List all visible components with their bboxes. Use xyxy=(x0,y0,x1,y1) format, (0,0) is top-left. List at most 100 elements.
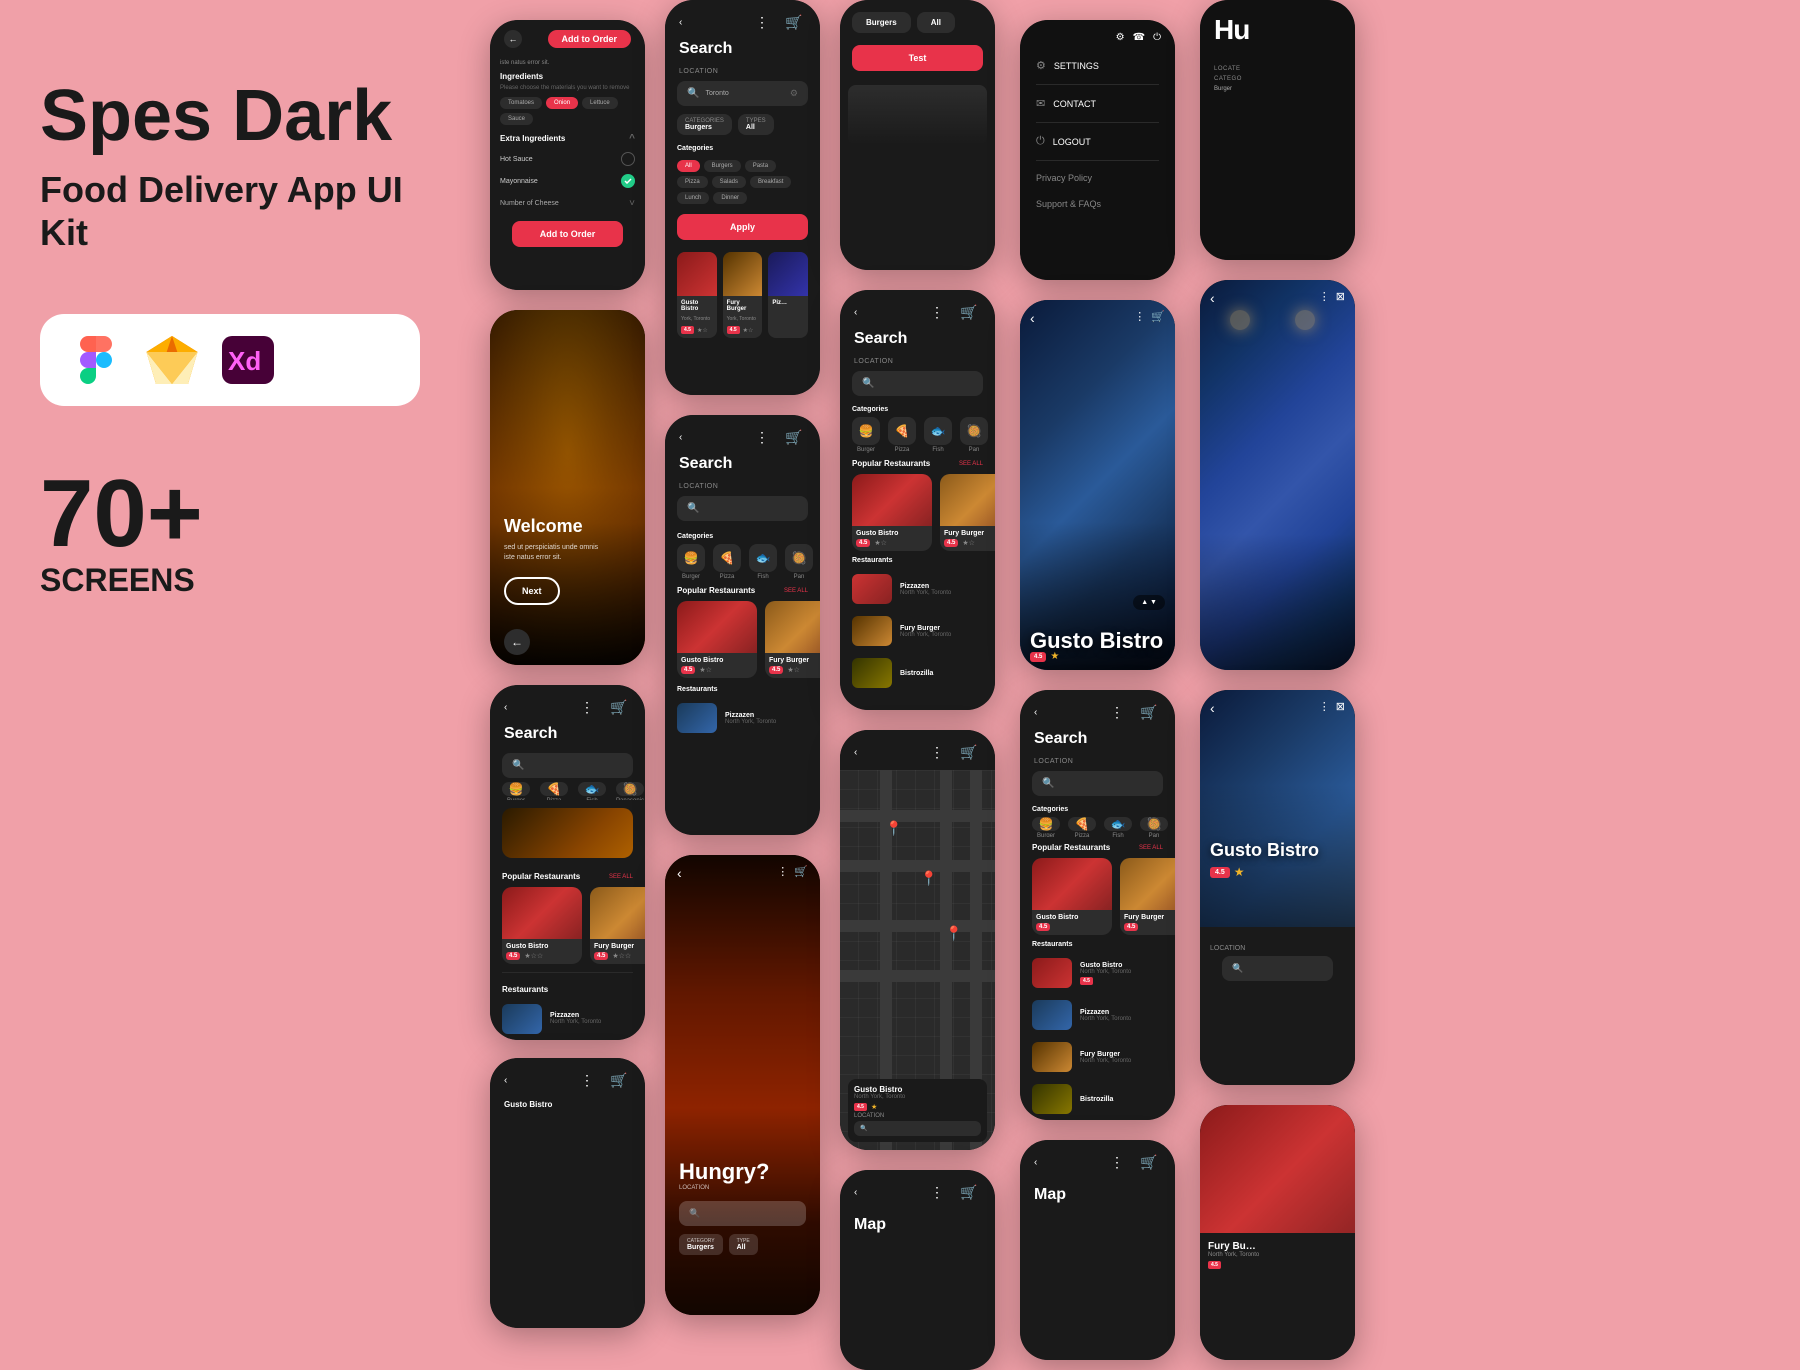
cat-pan[interactable]: 🥘 Panasonic xyxy=(616,782,644,800)
rest-gusto[interactable]: Gusto Bistro 4.5 xyxy=(1032,858,1112,935)
rest-fury[interactable]: Fury Burger 4.5★☆ xyxy=(940,474,995,551)
rest-gusto-list[interactable]: Gusto BistroNorth York, Toronto4.5 xyxy=(1020,952,1175,994)
cat-pizza[interactable]: 🍕Pizza xyxy=(888,417,916,453)
menu-settings[interactable]: ⚙ SETTINGS xyxy=(1020,51,1175,80)
cat-pizza[interactable]: 🍕 Pizza xyxy=(540,782,568,800)
logout-icon[interactable]: ⏻ xyxy=(1153,32,1161,43)
more-icon[interactable]: ⋮ xyxy=(1105,700,1129,724)
location-bar[interactable]: 🔍 xyxy=(1222,956,1333,981)
gear-icon[interactable]: ⚙ xyxy=(1116,32,1125,43)
rest-fury-list[interactable]: Fury BurgerNorth York, Toronto xyxy=(840,610,995,652)
tag-onion[interactable]: Onion xyxy=(546,97,578,109)
rest-fury-list[interactable]: Fury BurgerNorth York, Toronto xyxy=(1020,1036,1175,1078)
back-btn[interactable]: ‹ xyxy=(1210,290,1215,306)
map-pin[interactable]: 📍 xyxy=(945,925,962,942)
category-filter[interactable]: CATEGORY Burgers xyxy=(679,1234,723,1255)
rest-card-fury[interactable]: Fury Burger 4.5 ★☆ xyxy=(765,601,820,678)
back-btn[interactable]: ‹ xyxy=(679,17,682,28)
chip-burgers[interactable]: Burgers xyxy=(704,160,741,172)
apply-btn[interactable]: Apply xyxy=(677,214,808,240)
see-all-btn[interactable]: SEE ALL xyxy=(1139,845,1163,851)
expand-icon[interactable]: ⊠ xyxy=(1336,290,1345,306)
back-btn[interactable]: ‹ xyxy=(677,865,682,881)
add-to-order-btn[interactable]: Add to Order xyxy=(512,221,623,247)
rest-pizzazen-list[interactable]: PizzazenNorth York, Toronto xyxy=(1020,994,1175,1036)
cart-icon[interactable]: 🛒 xyxy=(1151,310,1165,326)
back-btn[interactable]: ‹ xyxy=(854,1187,857,1198)
collapse-icon[interactable]: ^ xyxy=(629,133,635,144)
back-btn[interactable]: ‹ xyxy=(1210,700,1215,716)
fury-burger-card[interactable]: Fury Burger Burger xyxy=(502,808,633,858)
rest-bistrozilla-list[interactable]: Bistrozilla xyxy=(1020,1078,1175,1120)
rest-card-piz3[interactable]: Piz… xyxy=(768,252,808,338)
more-icon[interactable]: ⋮ xyxy=(1134,310,1145,326)
menu-support[interactable]: Support & FAQs xyxy=(1020,191,1175,217)
back-btn[interactable]: ‹ xyxy=(1034,1157,1037,1168)
cat-pan[interactable]: 🥘 Pan xyxy=(785,544,813,580)
search-bar[interactable]: 🔍 xyxy=(502,753,633,778)
cart-icon[interactable]: 🛒 xyxy=(794,865,808,881)
tag-sauce[interactable]: Sauce xyxy=(500,113,533,125)
back-btn[interactable]: ← xyxy=(504,629,530,655)
rest-fury[interactable]: Fury Burger 4.5 xyxy=(1120,858,1175,935)
back-btn[interactable]: ‹ xyxy=(1034,707,1037,718)
cat-fish[interactable]: 🐟 Fish xyxy=(749,544,777,580)
rest-card-gusto[interactable]: Gusto Bistro 4.5 ★☆ xyxy=(677,601,757,678)
cat-burger[interactable]: 🍔Burger xyxy=(852,417,880,453)
more-icon[interactable]: ⋮ xyxy=(1105,1150,1129,1174)
chip-pasta[interactable]: Pasta xyxy=(745,160,776,172)
rest-list-pizzazen[interactable]: Pizzazen North York, Toronto xyxy=(490,998,645,1040)
chip-all[interactable]: All xyxy=(677,160,700,172)
tag-lettuce[interactable]: Lettuce xyxy=(582,97,618,109)
rest-list-pizzazen[interactable]: Pizzazen North York, Toronto xyxy=(665,697,820,739)
chip-dinner[interactable]: Dinner xyxy=(713,192,747,204)
rest-bistrozilla[interactable]: Bistrozilla xyxy=(840,652,995,694)
chip-breakfast[interactable]: Breakfast xyxy=(750,176,791,188)
rest-gusto[interactable]: Gusto Bistro 4.5★☆ xyxy=(852,474,932,551)
search-bar[interactable]: 🔍 xyxy=(677,496,808,521)
more-icon[interactable]: ⋮ xyxy=(1319,700,1330,716)
test-btn[interactable]: Test xyxy=(852,45,983,71)
cart-icon[interactable]: 🛒 xyxy=(782,425,806,449)
location-search[interactable]: 🔍 xyxy=(679,1201,806,1226)
see-all-btn[interactable]: SEE ALL xyxy=(609,874,633,880)
cat-pizza[interactable]: 🍕 Pizza xyxy=(713,544,741,580)
cat-fish[interactable]: 🐟Fish xyxy=(1104,817,1132,837)
cat-burger[interactable]: 🍔 Burger xyxy=(677,544,705,580)
more-icon[interactable]: ⋮ xyxy=(925,740,949,764)
cart-icon[interactable]: 🛒 xyxy=(607,1068,631,1092)
cat-fish[interactable]: 🐟Fish xyxy=(924,417,952,453)
radio-hotsauce[interactable] xyxy=(621,152,635,166)
rest-pizzazen[interactable]: PizzazenNorth York, Toronto xyxy=(840,568,995,610)
location-input[interactable]: 🔍 xyxy=(854,1121,981,1136)
cat-fish[interactable]: 🐟 Fish xyxy=(578,782,606,800)
rest-card-gusto[interactable]: Gusto Bistro 4.5 ★☆☆ xyxy=(502,887,582,964)
back-btn[interactable]: ‹ xyxy=(854,307,857,318)
cart-icon[interactable]: 🛒 xyxy=(782,10,806,34)
map-pin[interactable]: 📍 xyxy=(885,820,902,837)
chip-salads[interactable]: Salads xyxy=(712,176,746,188)
more-icon[interactable]: ⋮ xyxy=(750,425,774,449)
cat-pizza[interactable]: 🍕Pizza xyxy=(1068,817,1096,837)
search-bar[interactable]: 🔍 xyxy=(1032,771,1163,796)
tag-tomatoes[interactable]: Tomatoes xyxy=(500,97,542,109)
see-all-btn[interactable]: SEE ALL xyxy=(784,588,808,594)
search-bar[interactable]: 🔍 xyxy=(852,371,983,396)
cart-icon[interactable]: 🛒 xyxy=(607,695,631,719)
menu-logout[interactable]: ⏻ LOGOUT xyxy=(1020,127,1175,156)
menu-contact[interactable]: ✉ CONTACT xyxy=(1020,89,1175,118)
cat-burger[interactable]: 🍔Burger xyxy=(1032,817,1060,837)
cat-burger[interactable]: 🍔 Burger xyxy=(502,782,530,800)
cat-pan[interactable]: 🥘Pan xyxy=(1140,817,1168,837)
tab-burgers[interactable]: Burgers xyxy=(852,12,911,33)
search-bar[interactable]: 🔍 Toronto ⚙ xyxy=(677,81,808,106)
cart-icon[interactable]: 🛒 xyxy=(1137,1150,1161,1174)
category-filter[interactable]: CATEGORIES Burgers xyxy=(677,114,732,135)
rest-card-fury[interactable]: Fury Burger York, Toronto 4.5 ★☆ xyxy=(723,252,763,338)
next-button[interactable]: Add to Order xyxy=(548,30,632,48)
type-filter[interactable]: TYPE All xyxy=(729,1234,758,1255)
rest-card-fury[interactable]: Fury Burger 4.5 ★☆☆ xyxy=(590,887,645,964)
more-icon[interactable]: ⋮ xyxy=(925,1180,949,1204)
more-icon[interactable]: ⋮ xyxy=(575,1068,599,1092)
cart-icon[interactable]: 🛒 xyxy=(957,1180,981,1204)
